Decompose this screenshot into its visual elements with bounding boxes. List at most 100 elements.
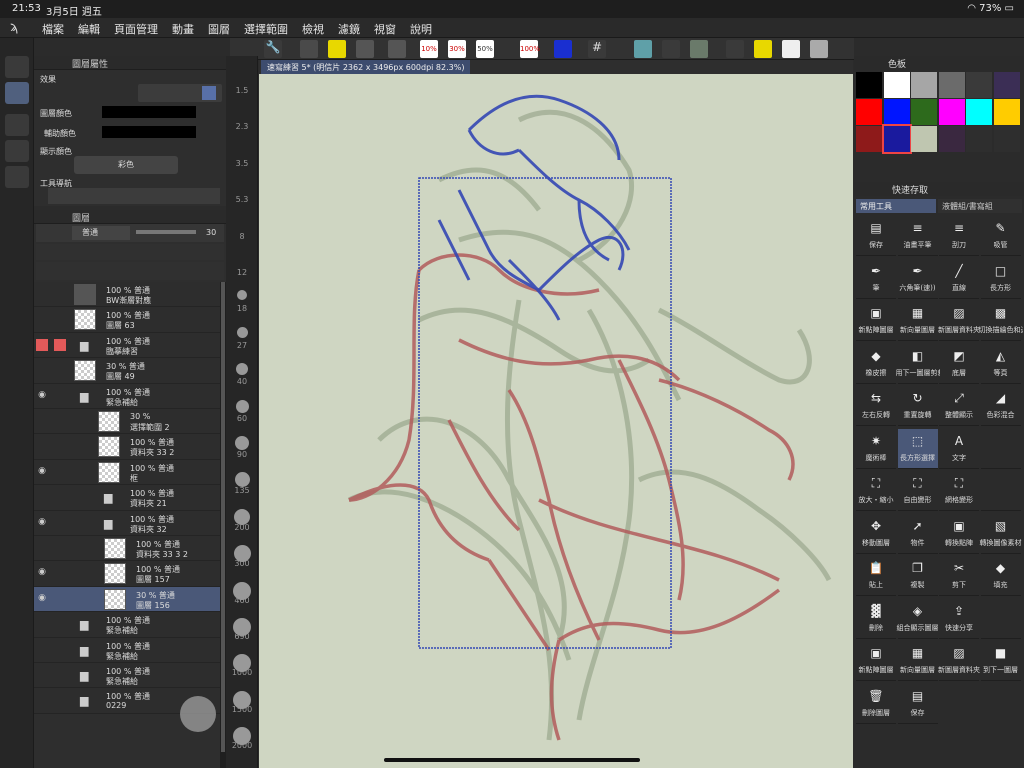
canvas-icon[interactable] <box>356 40 374 58</box>
visibility-eye-icon[interactable]: ◉ <box>36 517 48 529</box>
layer-lock-icon[interactable] <box>54 338 66 351</box>
quick-tool-button[interactable]: ▤ 保存 <box>856 216 896 256</box>
quick-tool-button[interactable]: ✒ 筆 <box>856 259 896 299</box>
brush-size-dot[interactable] <box>236 363 248 376</box>
visibility-eye-icon[interactable]: ◉ <box>36 390 48 402</box>
layer-lock-icon[interactable] <box>54 364 66 376</box>
layer-lock-icon[interactable] <box>54 440 66 452</box>
quick-tool-button[interactable]: ◈ 組合顯示圖層 <box>897 599 939 639</box>
color-swatch[interactable] <box>966 99 992 125</box>
visibility-eye-icon[interactable]: ◉ <box>36 466 48 478</box>
brush-size-label[interactable]: 3.5 <box>226 159 258 168</box>
layer-row[interactable]: ▆ 100 % 普通 臨摹練習 <box>34 332 220 359</box>
brush-size-dot[interactable] <box>236 326 248 338</box>
brush-size-dot[interactable] <box>235 436 249 450</box>
menu-filter[interactable]: 濾鏡 <box>338 21 360 37</box>
color-swatch[interactable] <box>993 72 1020 98</box>
layer-lock-icon[interactable] <box>54 390 66 402</box>
quick-tool-button[interactable]: ⛶ 放大・縮小 <box>856 471 896 511</box>
color-swatch[interactable] <box>938 99 965 125</box>
menu-layer[interactable]: 圖層 <box>208 21 230 37</box>
color-swatch[interactable] <box>911 72 937 98</box>
brush-size-label[interactable]: 1.5 <box>226 86 258 95</box>
layer-lock-icon[interactable] <box>54 644 66 656</box>
effect-buttons[interactable] <box>138 84 222 102</box>
menu-help[interactable]: 說明 <box>410 21 432 37</box>
layer-lock-icon[interactable] <box>54 567 66 579</box>
brush-size-label[interactable]: 8 <box>226 232 258 241</box>
layer-row[interactable]: ▆ 100 % 普通 資料夾 21 <box>34 485 220 511</box>
sketch-canvas[interactable] <box>259 60 853 768</box>
tab-liquid-writing[interactable]: 液體組/書寫組 <box>938 199 1022 213</box>
tool-nav-buttons[interactable] <box>48 188 220 204</box>
color-swatch[interactable] <box>883 99 910 125</box>
opacity-50-button[interactable]: 50% <box>476 40 494 58</box>
color-swatch[interactable] <box>881 124 912 154</box>
layer-row[interactable]: 100 % 普通 資料夾 33 3 2 <box>34 536 220 562</box>
layer-row[interactable]: ◉ 30 % 普通 圖層 156 <box>34 586 220 613</box>
quick-tool-button[interactable]: ≡ 油畫平筆 <box>897 216 938 256</box>
quick-tool-button[interactable]: ✷ 魔術棒 <box>856 429 896 469</box>
layer-lock-icon[interactable] <box>54 542 66 554</box>
quick-tool-button[interactable]: ◆ 填充 <box>980 556 1021 596</box>
visibility-eye-icon[interactable] <box>36 542 48 554</box>
quick-tool-button[interactable]: ❐ 複製 <box>897 556 938 596</box>
brush-size-dot[interactable] <box>234 472 250 488</box>
layer-color-swatch[interactable] <box>102 106 196 118</box>
brush-size-label[interactable]: 5.3 <box>226 195 258 204</box>
brush-size-label[interactable]: 18 <box>226 304 258 313</box>
layer-toggle-icon[interactable] <box>726 40 744 58</box>
canvas-tab[interactable]: 速寫練習 5* (明信片 2362 x 3496px 600dpi 82.3%) <box>261 60 471 74</box>
brush-size-label[interactable]: 200 <box>226 523 258 532</box>
app-logo-icon[interactable]: ϡ <box>10 20 28 36</box>
quick-tool-button[interactable]: ▓ 刪除 <box>856 599 896 639</box>
visibility-eye-icon[interactable] <box>36 644 48 656</box>
layer-lock-icon[interactable] <box>54 466 66 478</box>
quick-tool-button[interactable]: ⬚ 長方形選擇 <box>897 428 938 469</box>
layer-row[interactable]: ◉ 100 % 普通 圖層 157 <box>34 561 220 587</box>
opacity-slider[interactable] <box>136 230 196 234</box>
visibility-eye-icon[interactable] <box>36 364 48 376</box>
brush-size-label[interactable]: 40 <box>226 377 258 386</box>
visibility-eye-icon[interactable] <box>36 415 48 427</box>
layer-scroll-thumb[interactable] <box>221 282 225 752</box>
brush-size-label[interactable]: 1000 <box>226 668 258 677</box>
layer-lock-icon[interactable] <box>54 415 66 427</box>
layer-lock-icon[interactable] <box>54 517 66 529</box>
quick-tool-button[interactable]: ◆ 橡皮擦 <box>856 344 896 384</box>
color-swatch[interactable] <box>883 72 910 98</box>
layer-color-effect-icon[interactable] <box>202 86 216 100</box>
folder-icon[interactable]: ▆ <box>80 694 96 707</box>
folder-icon[interactable]: ▆ <box>80 669 96 682</box>
brush-size-label[interactable]: 1500 <box>226 705 258 714</box>
menu-animation[interactable]: 動畫 <box>172 21 194 37</box>
opacity-30-button[interactable]: 30% <box>448 40 466 58</box>
quick-tool-button[interactable]: ▩ 切換描繪色和透明 <box>979 301 1023 341</box>
layer-lock-icon[interactable] <box>54 288 66 300</box>
quick-tool-button[interactable]: ⛶ 網格變形 <box>939 471 979 511</box>
layer-lock-icon[interactable] <box>54 669 66 681</box>
quick-tool-button[interactable]: ▣ 新點陣圖層 <box>856 641 896 681</box>
fit-icon[interactable] <box>388 40 406 58</box>
brush-size-label[interactable]: 460 <box>226 596 258 605</box>
quick-tool-button[interactable]: ▨ 新圖層資料夾 <box>938 301 980 341</box>
brush-size-dot[interactable] <box>235 399 249 413</box>
opacity-10-button[interactable]: 10% <box>420 40 438 58</box>
quick-tool-button[interactable]: ⤢ 整體顯示 <box>939 386 979 426</box>
quick-tool-button[interactable]: ■ 到下一圖層 <box>980 641 1021 681</box>
quick-tool-button[interactable]: ✥ 移動圖層 <box>856 514 896 554</box>
floating-nav-button[interactable] <box>180 696 216 732</box>
rotate-icon[interactable] <box>662 40 680 58</box>
quick-tool-button[interactable]: ▣ 新點陣圖層 <box>856 301 896 341</box>
sub-tool-icon[interactable] <box>5 140 29 162</box>
tab-common-tools[interactable]: 常用工具 <box>856 199 936 213</box>
menu-file[interactable]: 檔案 <box>42 21 64 37</box>
layer-lock-icon[interactable] <box>54 618 66 630</box>
quick-tool-button[interactable]: ↻ 重置旋轉 <box>897 386 938 426</box>
layer-lock-icon[interactable] <box>54 694 66 706</box>
layer-row[interactable]: 100 % 普通 圖層 63 <box>34 307 220 333</box>
quick-tool-button[interactable]: ◭ 等頁 <box>980 344 1021 384</box>
quick-tool-button[interactable]: ✒ 六角筆(速)) <box>897 259 938 299</box>
layer-row[interactable]: ◉ ▆ 100 % 普通 緊急補給 <box>34 383 220 409</box>
brush-tool-icon[interactable] <box>5 114 29 136</box>
